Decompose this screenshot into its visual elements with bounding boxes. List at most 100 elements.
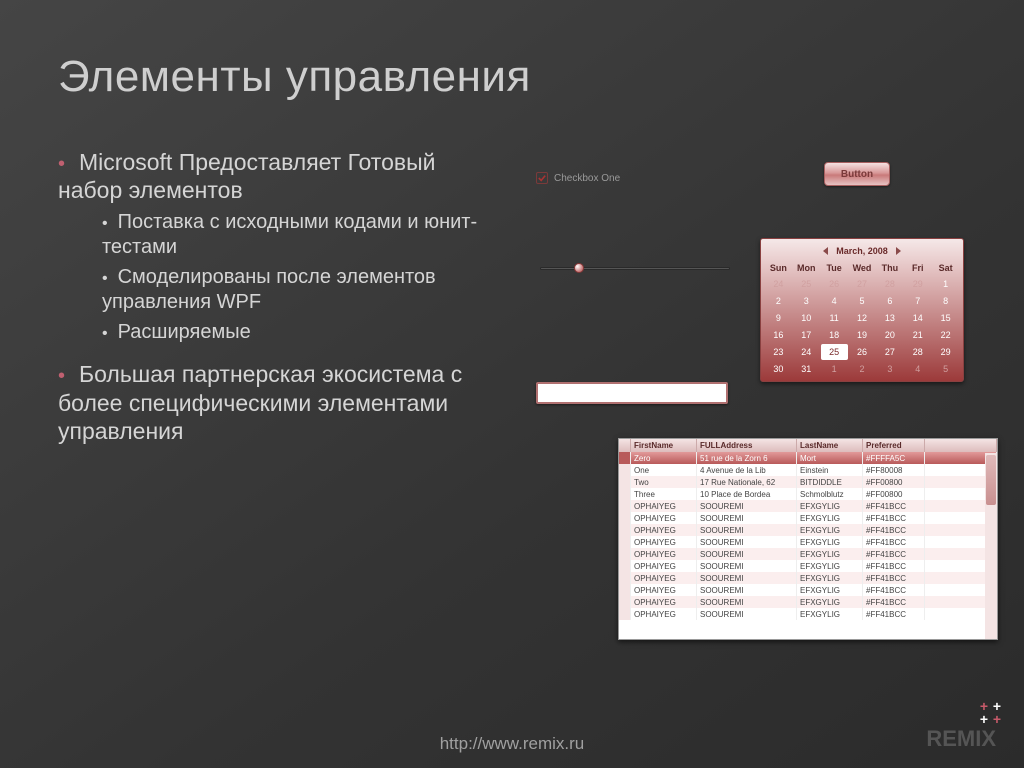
datagrid-column-header[interactable]: LastName xyxy=(797,439,863,452)
table-row[interactable]: Two17 Rue Nationale, 62BITDIDDLE#FF00800 xyxy=(619,476,997,488)
table-cell: 4 Avenue de la Lib xyxy=(697,464,797,476)
calendar-day[interactable]: 22 xyxy=(932,327,959,343)
table-cell: BITDIDDLE xyxy=(797,476,863,488)
table-cell: OPHAIYEG xyxy=(631,596,697,608)
calendar-day[interactable]: 18 xyxy=(821,327,848,343)
calendar-day[interactable]: 2 xyxy=(765,293,792,309)
datagrid-column-header[interactable]: FULLAddress xyxy=(697,439,797,452)
calendar-day[interactable]: 27 xyxy=(849,276,876,292)
table-cell: OPHAIYEG xyxy=(631,584,697,596)
calendar-day[interactable]: 25 xyxy=(793,276,820,292)
datagrid-column-header[interactable] xyxy=(619,439,631,452)
calendar-day[interactable]: 5 xyxy=(849,293,876,309)
table-cell: EFXGYLIG xyxy=(797,524,863,536)
calendar-day[interactable]: 1 xyxy=(821,361,848,377)
table-row[interactable]: OPHAIYEGSOOUREMIEFXGYLIG#FF41BCC xyxy=(619,596,997,608)
calendar-day[interactable]: 29 xyxy=(932,344,959,360)
calendar-day[interactable]: 24 xyxy=(793,344,820,360)
datagrid-scrollbar[interactable] xyxy=(985,453,997,639)
calendar-day[interactable]: 16 xyxy=(765,327,792,343)
calendar-day[interactable]: 24 xyxy=(765,276,792,292)
table-row[interactable]: OPHAIYEGSOOUREMIEFXGYLIG#FF41BCC xyxy=(619,584,997,596)
calendar-day[interactable]: 28 xyxy=(904,344,931,360)
calendar-day[interactable]: 29 xyxy=(904,276,931,292)
table-cell: #FF41BCC xyxy=(863,536,925,548)
table-cell: OPHAIYEG xyxy=(631,536,697,548)
textbox-demo[interactable] xyxy=(536,382,728,404)
table-row[interactable]: OPHAIYEGSOOUREMIEFXGYLIG#FF41BCC xyxy=(619,536,997,548)
calendar-day[interactable]: 30 xyxy=(765,361,792,377)
table-cell: EFXGYLIG xyxy=(797,572,863,584)
table-row[interactable]: One4 Avenue de la LibEinstein#FF80008 xyxy=(619,464,997,476)
calendar-day[interactable]: 1 xyxy=(932,276,959,292)
calendar-day[interactable]: 10 xyxy=(793,310,820,326)
calendar-day[interactable]: 21 xyxy=(904,327,931,343)
table-cell: EFXGYLIG xyxy=(797,500,863,512)
calendar-day[interactable]: 4 xyxy=(821,293,848,309)
bullet-1: Microsoft Предоставляет Готовый набор эл… xyxy=(58,149,435,203)
calendar-day[interactable]: 14 xyxy=(904,310,931,326)
table-cell: #FF41BCC xyxy=(863,548,925,560)
table-row[interactable]: Three10 Place de BordeaSchmolblutz#FF008… xyxy=(619,488,997,500)
checkbox-icon[interactable] xyxy=(536,172,548,184)
calendar-day-header: Sun xyxy=(765,261,792,275)
calendar-day[interactable]: 19 xyxy=(849,327,876,343)
demo-button[interactable]: Button xyxy=(824,162,890,186)
scrollbar-thumb[interactable] xyxy=(986,455,996,505)
table-row[interactable]: OPHAIYEGSOOUREMIEFXGYLIG#FF41BCC xyxy=(619,548,997,560)
calendar-day[interactable]: 8 xyxy=(932,293,959,309)
slider-demo[interactable] xyxy=(540,262,730,276)
table-cell: EFXGYLIG xyxy=(797,548,863,560)
calendar-day[interactable]: 3 xyxy=(793,293,820,309)
calendar-day[interactable]: 9 xyxy=(765,310,792,326)
calendar-day[interactable]: 3 xyxy=(876,361,903,377)
calendar-day[interactable]: 2 xyxy=(849,361,876,377)
table-cell: SOOUREMI xyxy=(697,560,797,572)
calendar-day[interactable]: 15 xyxy=(932,310,959,326)
calendar-day[interactable]: 25 xyxy=(821,344,848,360)
calendar-day[interactable]: 27 xyxy=(876,344,903,360)
calendar-day[interactable]: 26 xyxy=(849,344,876,360)
calendar-day[interactable]: 20 xyxy=(876,327,903,343)
calendar-day[interactable]: 31 xyxy=(793,361,820,377)
table-row[interactable]: OPHAIYEGSOOUREMIEFXGYLIG#FF41BCC xyxy=(619,524,997,536)
datagrid-column-header[interactable]: FirstName xyxy=(631,439,697,452)
calendar-day[interactable]: 13 xyxy=(876,310,903,326)
table-row[interactable]: OPHAIYEGSOOUREMIEFXGYLIG#FF41BCC xyxy=(619,500,997,512)
calendar-day[interactable]: 7 xyxy=(904,293,931,309)
calendar-day[interactable]: 4 xyxy=(904,361,931,377)
logo-plus-icons: ++ ++ xyxy=(979,701,1002,724)
calendar-day[interactable]: 11 xyxy=(821,310,848,326)
calendar-day[interactable]: 26 xyxy=(821,276,848,292)
button-label: Button xyxy=(841,169,873,180)
calendar-day[interactable]: 6 xyxy=(876,293,903,309)
table-row[interactable]: OPHAIYEGSOOUREMIEFXGYLIG#FF41BCC xyxy=(619,560,997,572)
table-cell: EFXGYLIG xyxy=(797,608,863,620)
checkbox-label: Checkbox One xyxy=(554,173,620,184)
slider-thumb[interactable] xyxy=(574,263,584,273)
calendar-day[interactable]: 12 xyxy=(849,310,876,326)
calendar-month: March, 2008 xyxy=(836,246,888,256)
calendar-next-icon[interactable] xyxy=(896,247,901,255)
calendar-day[interactable]: 17 xyxy=(793,327,820,343)
datagrid-column-header[interactable]: Preferred xyxy=(863,439,925,452)
datagrid-demo[interactable]: FirstNameFULLAddressLastNamePreferred Ze… xyxy=(618,438,998,640)
table-row[interactable]: OPHAIYEGSOOUREMIEFXGYLIG#FF41BCC xyxy=(619,608,997,620)
calendar-day[interactable]: 28 xyxy=(876,276,903,292)
table-cell: OPHAIYEG xyxy=(631,572,697,584)
table-row[interactable]: Zero51 rue de la Zorn 6Mort#FFFFA5C xyxy=(619,452,997,464)
checkbox-demo[interactable]: Checkbox One xyxy=(536,172,620,184)
table-row[interactable]: OPHAIYEGSOOUREMIEFXGYLIG#FF41BCC xyxy=(619,572,997,584)
table-cell: SOOUREMI xyxy=(697,512,797,524)
table-cell: SOOUREMI xyxy=(697,536,797,548)
table-cell: OPHAIYEG xyxy=(631,512,697,524)
table-cell: #FF41BCC xyxy=(863,560,925,572)
table-cell: #FF41BCC xyxy=(863,584,925,596)
logo-text: REMIX xyxy=(926,726,996,752)
table-cell: #FF41BCC xyxy=(863,596,925,608)
calendar-day[interactable]: 23 xyxy=(765,344,792,360)
calendar-demo[interactable]: March, 2008 SunMonTueWedThuFriSat2425262… xyxy=(760,238,964,382)
calendar-prev-icon[interactable] xyxy=(823,247,828,255)
table-row[interactable]: OPHAIYEGSOOUREMIEFXGYLIG#FF41BCC xyxy=(619,512,997,524)
calendar-day[interactable]: 5 xyxy=(932,361,959,377)
